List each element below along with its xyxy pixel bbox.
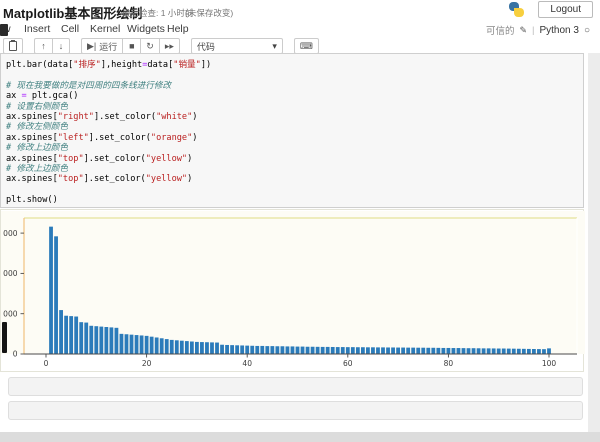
svg-text:80: 80 xyxy=(444,359,454,368)
toolbar: ↑ ↓ ▶| 运行 ■ ↻ ▸▸ 代码 ▾ ⌨ xyxy=(0,38,600,54)
edit-pencil-icon: ✎ xyxy=(519,25,527,36)
menu-insert[interactable]: Insert xyxy=(24,23,50,35)
matplotlib-bar-chart: 0204060801000000000000 xyxy=(1,211,585,372)
svg-text:000: 000 xyxy=(3,229,18,238)
svg-text:20: 20 xyxy=(142,359,152,368)
unsaved-changes-status: (未保存改变) xyxy=(185,7,233,19)
run-label: 运行 xyxy=(99,40,117,53)
kernel-indicator-area: 可信的 ✎ | Python 3 ○ xyxy=(486,23,590,37)
svg-text:0: 0 xyxy=(44,359,49,368)
interrupt-kernel-button[interactable]: ■ xyxy=(122,38,140,54)
svg-text:0: 0 xyxy=(13,350,18,359)
chevron-down-icon: ▾ xyxy=(272,41,277,52)
svg-text:60: 60 xyxy=(343,359,353,368)
menu-kernel[interactable]: Kernel xyxy=(90,23,120,35)
cell-output-area: 0204060801000000000000 xyxy=(0,209,584,372)
bottom-strip xyxy=(0,432,600,442)
code-cell-input[interactable]: plt.bar(data["排序"],height=data["销量"]) # … xyxy=(0,53,584,208)
svg-text:40: 40 xyxy=(242,359,252,368)
menu-widgets[interactable]: Widgets xyxy=(127,23,165,35)
svg-text:000: 000 xyxy=(3,269,18,278)
code-lines: plt.bar(data["排序"],height=data["销量"]) # … xyxy=(6,60,583,206)
restart-run-all-button[interactable]: ▸▸ xyxy=(159,38,180,54)
menu-cell[interactable]: Cell xyxy=(61,23,79,35)
page-gutter xyxy=(588,53,600,432)
kernel-idle-icon: ○ xyxy=(584,25,590,36)
paste-button[interactable] xyxy=(3,38,23,54)
python-logo-icon xyxy=(509,2,524,17)
overlay-artifact-top xyxy=(0,24,8,36)
clipboard-icon xyxy=(9,41,17,51)
overlay-artifact-left xyxy=(2,322,7,353)
command-palette-button[interactable]: ⌨ xyxy=(294,38,319,54)
trusted-badge: 可信的 xyxy=(486,23,515,37)
cell-type-value: 代码 xyxy=(197,40,272,53)
menubar: w Insert Cell Kernel Widgets Help 可信的 ✎ … xyxy=(0,21,600,38)
run-icon: ▶| xyxy=(87,41,96,52)
jupyter-notebook-page: Matplotlib基本图形绘制 最后检查: 1 小时前 (未保存改变) Log… xyxy=(0,0,600,442)
move-cell-down-button[interactable]: ↓ xyxy=(52,38,70,54)
checkpoint-status: 最后检查: 1 小时前 xyxy=(122,7,193,19)
menu-help[interactable]: Help xyxy=(167,23,189,35)
logout-button[interactable]: Logout xyxy=(538,1,593,18)
cell-type-dropdown[interactable]: 代码 ▾ xyxy=(191,38,283,54)
run-cell-button[interactable]: ▶| 运行 xyxy=(81,38,122,54)
empty-cell[interactable] xyxy=(8,377,583,396)
divider: | xyxy=(532,25,534,36)
kernel-name: Python 3 xyxy=(539,25,578,36)
restart-kernel-button[interactable]: ↻ xyxy=(140,38,159,54)
notebook-header: Matplotlib基本图形绘制 最后检查: 1 小时前 (未保存改变) Log… xyxy=(0,0,600,21)
move-cell-up-button[interactable]: ↑ xyxy=(34,38,52,54)
empty-cell[interactable] xyxy=(8,401,583,420)
svg-text:000: 000 xyxy=(3,309,18,318)
svg-text:100: 100 xyxy=(542,359,557,368)
